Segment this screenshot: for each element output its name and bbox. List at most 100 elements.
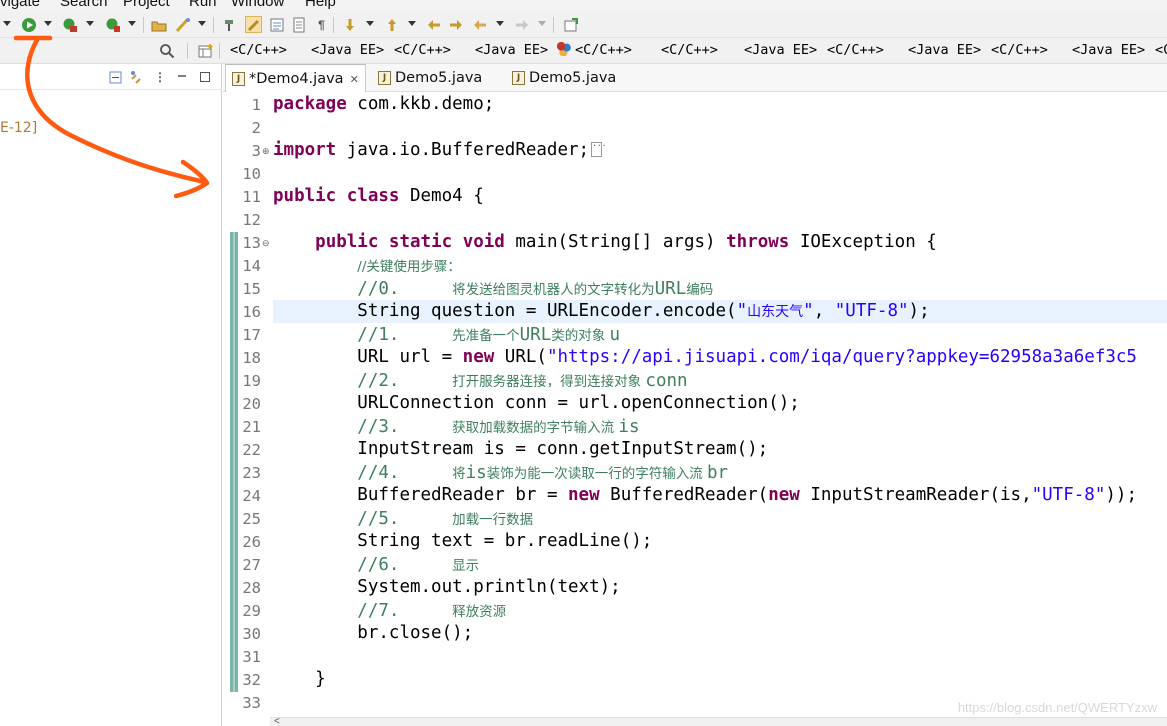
forward-icon[interactable] bbox=[513, 16, 530, 33]
change-ruler bbox=[230, 232, 238, 692]
show-whitespace-icon[interactable] bbox=[268, 16, 285, 33]
open-type-icon[interactable] bbox=[150, 16, 167, 33]
folded-imports-icon[interactable] bbox=[591, 139, 607, 157]
team-icon bbox=[557, 42, 571, 56]
minimize-icon[interactable] bbox=[175, 70, 189, 84]
code-line-17: //1. 先准备一个URL类的对象 u bbox=[357, 325, 621, 345]
toolbar-separator bbox=[219, 43, 220, 59]
menu-navigate[interactable]: vigate bbox=[0, 0, 40, 10]
line-number: 16 bbox=[242, 303, 261, 321]
chevron-down-icon[interactable] bbox=[128, 21, 136, 26]
toolbar-separator bbox=[553, 17, 554, 33]
chevron-down-icon[interactable] bbox=[366, 21, 374, 26]
back-icon[interactable] bbox=[471, 16, 488, 33]
view-menu-icon[interactable]: ⋮ bbox=[153, 70, 167, 84]
perspective-label: <C/C++> bbox=[394, 42, 451, 58]
perspective-4[interactable]: <C/C++> bbox=[557, 42, 632, 58]
toggle-block-selection-icon[interactable] bbox=[245, 16, 262, 33]
java-file-icon: J bbox=[512, 71, 525, 85]
code-line-25: //5. 加载一行数据 bbox=[357, 509, 534, 529]
chevron-down-icon[interactable] bbox=[198, 21, 206, 26]
perspective-label: <C/C++> bbox=[230, 42, 287, 58]
menu-window[interactable]: Window bbox=[231, 0, 284, 10]
code-line-22: InputStream is = conn.getInputStream(); bbox=[357, 439, 769, 459]
code-line-14: //关键使用步骤： bbox=[357, 259, 461, 275]
paragraph-icon[interactable]: ¶ bbox=[313, 16, 330, 33]
last-edit-location-icon[interactable] bbox=[425, 16, 442, 33]
menu-search[interactable]: Search bbox=[60, 0, 108, 10]
code-line-29: //7. 释放资源 bbox=[357, 601, 507, 621]
search-icon[interactable] bbox=[158, 42, 175, 59]
perspective-10[interactable]: <Java EE> bbox=[1072, 42, 1145, 58]
perspective-5[interactable]: <C/C++> bbox=[661, 42, 718, 58]
toggle-mark-occurrences-icon[interactable] bbox=[221, 16, 238, 33]
line-number: 3 bbox=[251, 142, 261, 160]
tree-item[interactable]: E-12] bbox=[0, 120, 37, 136]
toolbar-separator bbox=[333, 17, 334, 33]
perspective-label: <C/C++> bbox=[991, 42, 1048, 58]
line-number: 32 bbox=[242, 671, 261, 689]
perspective-1[interactable]: <Java EE> bbox=[311, 42, 384, 58]
scroll-left-icon[interactable]: < bbox=[274, 716, 280, 726]
tab-demo5[interactable]: J Demo5.java bbox=[374, 64, 486, 92]
collapse-all-icon[interactable] bbox=[108, 70, 122, 84]
code-line-16: String question = URLEncoder.encode("山东天… bbox=[357, 301, 930, 321]
perspective-2[interactable]: <C/C++> bbox=[394, 42, 451, 58]
maximize-icon[interactable] bbox=[198, 70, 212, 84]
line-number: 33 bbox=[242, 694, 261, 712]
menu-bar: vigate Search Project Run Window Help bbox=[0, 0, 1167, 12]
open-perspective-icon[interactable] bbox=[197, 42, 214, 59]
menu-run[interactable]: Run bbox=[189, 0, 217, 10]
toolbar-separator bbox=[187, 43, 188, 59]
code-line-32: } bbox=[315, 669, 326, 689]
external-tools-icon[interactable] bbox=[104, 16, 121, 33]
forward-edit-icon[interactable] bbox=[447, 16, 464, 33]
line-number: 22 bbox=[242, 441, 261, 459]
perspective-8[interactable]: <Java EE> bbox=[908, 42, 981, 58]
perspective-6[interactable]: <Java EE> bbox=[744, 42, 817, 58]
perspective-7[interactable]: <C/C++> bbox=[827, 42, 884, 58]
perspective-9[interactable]: <C/C++> bbox=[991, 42, 1048, 58]
horizontal-scrollbar[interactable]: < bbox=[270, 716, 1167, 726]
java-file-icon: J bbox=[378, 71, 391, 85]
code-editor[interactable]: 1 2 3 10 11 12 13 14 15 16 17 18 19 20 21 22 23 24 25 26 27 2… bbox=[223, 92, 1167, 717]
chevron-down-icon[interactable] bbox=[408, 21, 416, 26]
line-number: 28 bbox=[242, 579, 261, 597]
pin-editor-icon[interactable] bbox=[562, 16, 579, 33]
line-number: 18 bbox=[242, 349, 261, 367]
tab-demo5-2[interactable]: J Demo5.java bbox=[508, 64, 620, 92]
expand-fold-icon[interactable]: ⊕ bbox=[262, 146, 270, 157]
word-wrap-icon[interactable] bbox=[290, 16, 307, 33]
chevron-down-icon[interactable] bbox=[538, 21, 546, 26]
perspective-bar: <C/C++> <Java EE> <C/C++> <Java EE> <C/C++> <… bbox=[0, 38, 1167, 64]
collapse-fold-icon[interactable]: ⊖ bbox=[262, 238, 270, 249]
perspective-11[interactable]: <C bbox=[1155, 42, 1167, 58]
chevron-down-icon[interactable] bbox=[44, 21, 52, 26]
chevron-down-icon[interactable] bbox=[3, 21, 11, 26]
perspective-3[interactable]: <Java EE> bbox=[475, 42, 548, 58]
open-task-icon[interactable] bbox=[174, 16, 191, 33]
coverage-icon[interactable] bbox=[61, 16, 78, 33]
perspective-label: <Java EE> bbox=[1072, 42, 1146, 58]
previous-annotation-icon[interactable] bbox=[383, 16, 400, 33]
perspective-label: <Java EE> bbox=[311, 42, 385, 58]
menu-project[interactable]: Project bbox=[123, 0, 170, 10]
line-number: 23 bbox=[242, 464, 261, 482]
code-line-21: //3. 获取加载数据的字节输入流 is bbox=[357, 417, 640, 437]
run-icon[interactable] bbox=[20, 16, 37, 33]
menu-help[interactable]: Help bbox=[305, 0, 336, 10]
perspective-0[interactable]: <C/C++> bbox=[230, 42, 287, 58]
tab-demo4[interactable]: J *Demo4.java ✕ bbox=[225, 64, 366, 93]
line-number: 29 bbox=[242, 602, 261, 620]
next-annotation-icon[interactable] bbox=[341, 16, 358, 33]
code-line-19: //2. 打开服务器连接，得到连接对象 conn bbox=[357, 371, 688, 391]
line-number: 20 bbox=[242, 395, 261, 413]
link-with-editor-icon[interactable] bbox=[130, 70, 144, 84]
perspective-label: <C bbox=[1155, 42, 1167, 58]
perspective-label: <C/C++> bbox=[575, 42, 632, 58]
line-number: 14 bbox=[242, 257, 261, 275]
chevron-down-icon[interactable] bbox=[86, 21, 94, 26]
close-icon[interactable]: ✕ bbox=[350, 73, 359, 86]
chevron-down-icon[interactable] bbox=[496, 21, 504, 26]
line-number: 31 bbox=[242, 648, 261, 666]
